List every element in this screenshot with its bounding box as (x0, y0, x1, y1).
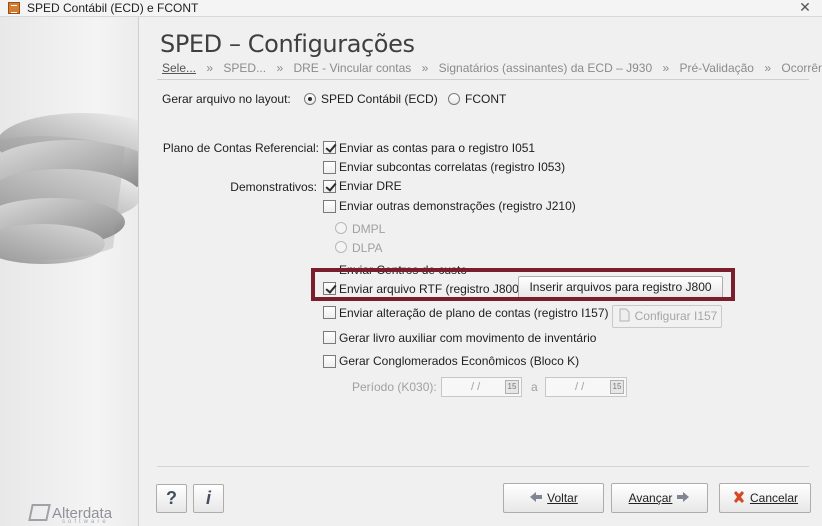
breadcrumb-separator: » (421, 61, 429, 75)
date-end-field[interactable]: / / 15 (545, 377, 627, 397)
title-bar: SPED Contábil (ECD) e FCONT ✕ (0, 0, 822, 17)
label-enviar-rtf-j800[interactable]: Enviar arquivo RTF (registro J800) (339, 282, 523, 296)
calendar-icon[interactable]: 15 (505, 380, 519, 394)
breadcrumb-item[interactable]: SPED... (223, 61, 266, 75)
document-icon (619, 308, 630, 322)
configurar-i157-label: Configurar I157 (634, 309, 718, 323)
window-title: SPED Contábil (ECD) e FCONT (27, 1, 199, 15)
breadcrumb-item[interactable]: Signatários (assinantes) da ECD – J930 (439, 61, 652, 75)
checkbox-gerar-livro-auxiliar[interactable] (323, 331, 336, 344)
periodo-label: Período (K030): (352, 380, 437, 394)
back-label: Voltar (547, 491, 578, 505)
label-dmpl: DMPL (352, 222, 386, 236)
label-enviar-outras-j210[interactable]: Enviar outras demonstrações (registro J2… (339, 199, 576, 213)
footer-divider (157, 466, 809, 467)
radio-fcont[interactable] (448, 93, 460, 105)
label-dlpa: DLPA (352, 241, 383, 255)
header-divider (157, 79, 809, 80)
brand-tagline: software (62, 519, 109, 525)
date-separator: a (531, 380, 538, 394)
info-icon[interactable]: i (193, 484, 224, 513)
breadcrumb: Sele... » SPED... » DRE - Vincular conta… (162, 61, 822, 75)
checkbox-enviar-dre[interactable] (323, 180, 336, 193)
arrow-right-icon (677, 492, 690, 502)
checkbox-enviar-alteracao-i157[interactable] (323, 306, 336, 319)
radio-sped-contabil[interactable] (304, 93, 316, 105)
layout-label: Gerar arquivo no layout: (162, 92, 291, 106)
breadcrumb-separator: » (764, 61, 772, 75)
close-icon[interactable]: ✕ (796, 0, 814, 16)
label-enviar-contas-i051[interactable]: Enviar as contas para o registro I051 (339, 141, 535, 155)
back-button[interactable]: Voltar (503, 483, 604, 513)
left-banner: Alterdata software (0, 17, 139, 526)
label-enviar-centros-custo[interactable]: Enviar Centros de custo (339, 263, 467, 277)
breadcrumb-item[interactable]: Pré-Validação (680, 61, 754, 75)
cancel-label: Cancelar (749, 491, 799, 505)
date-start-value: / / (471, 381, 481, 393)
calculator-icon (8, 2, 20, 14)
next-label: Avançar (628, 491, 673, 505)
next-button[interactable]: Avançar (611, 483, 708, 513)
checkbox-gerar-conglomerados[interactable] (323, 355, 336, 368)
radio-sped-contabil-label[interactable]: SPED Contábil (ECD) (321, 92, 438, 106)
help-icon[interactable]: ? (156, 484, 187, 513)
date-end-value: / / (575, 381, 585, 393)
breadcrumb-item[interactable]: DRE - Vincular contas (293, 61, 411, 75)
configurar-i157-button[interactable]: Configurar I157 (612, 305, 722, 328)
breadcrumb-separator: » (276, 61, 284, 75)
breadcrumb-separator: » (662, 61, 670, 75)
checkbox-enviar-outras-j210[interactable] (323, 200, 336, 213)
radio-dmpl[interactable] (335, 222, 347, 234)
radio-dlpa[interactable] (335, 241, 347, 253)
arrow-left-icon (530, 492, 543, 502)
label-gerar-livro-auxiliar[interactable]: Gerar livro auxiliar com movimento de in… (339, 331, 596, 345)
label-enviar-dre[interactable]: Enviar DRE (339, 179, 402, 193)
breadcrumb-item[interactable]: Sele... (162, 61, 196, 75)
checkbox-enviar-contas-i051[interactable] (323, 141, 336, 154)
cancel-button[interactable]: Cancelar (719, 483, 811, 513)
page-title: SPED – Configurações (160, 30, 415, 58)
radio-fcont-label[interactable]: FCONT (465, 92, 506, 106)
checkbox-enviar-rtf-j800[interactable] (323, 282, 336, 295)
label-gerar-conglomerados[interactable]: Gerar Conglomerados Econômicos (Bloco K) (339, 354, 579, 368)
demonstrativos-label: Demonstrativos: (230, 180, 317, 194)
date-start-field[interactable]: / / 15 (441, 377, 522, 397)
inserir-arquivos-j800-button[interactable]: Inserir arquivos para registro J800 (518, 276, 723, 299)
calendar-icon[interactable]: 15 (610, 380, 624, 394)
alterdata-logo-mark (28, 504, 51, 521)
label-enviar-subcontas-i053[interactable]: Enviar subcontas correlatas (registro I0… (339, 160, 565, 174)
sculpture-image (0, 113, 138, 264)
close-x-icon (733, 491, 744, 503)
checkbox-enviar-subcontas-i053[interactable] (323, 161, 336, 174)
breadcrumb-separator: » (206, 61, 214, 75)
label-enviar-alteracao-i157[interactable]: Enviar alteração de plano de contas (reg… (339, 306, 609, 320)
plano-contas-label: Plano de Contas Referencial: (162, 141, 319, 155)
breadcrumb-item[interactable]: Ocorrências (781, 61, 822, 75)
